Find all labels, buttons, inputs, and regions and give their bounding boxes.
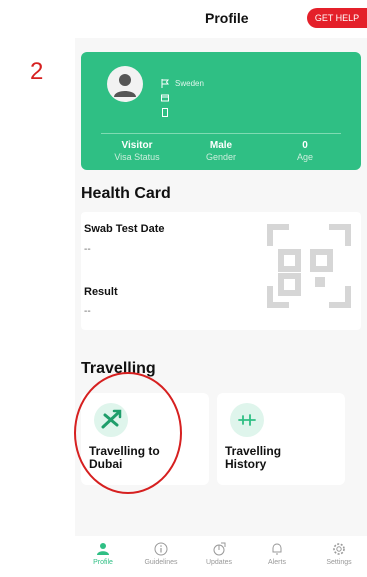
- travelling-heading: Travelling: [81, 360, 156, 377]
- nationality-text: Sweden: [175, 79, 204, 88]
- visa-status-stat: Visitor Visa Status: [97, 140, 177, 162]
- gender-stat: Male Gender: [181, 140, 261, 162]
- health-card[interactable]: Swab Test Date -- Result --: [81, 212, 361, 330]
- nav-item-settings[interactable]: Settings: [311, 542, 367, 566]
- airplane-icon-container: [94, 403, 128, 437]
- nav-item-guidelines[interactable]: Guidelines: [133, 542, 189, 566]
- flag-icon: [161, 79, 169, 88]
- travelling-to-label-line1: Travelling to: [89, 444, 160, 458]
- nationality-row: Sweden: [161, 79, 204, 88]
- result-label: Result: [84, 286, 118, 298]
- nav-label-profile: Profile: [93, 559, 113, 566]
- header-bar: Profile GET HELP: [75, 0, 367, 38]
- get-help-button[interactable]: GET HELP: [307, 8, 367, 28]
- travelling-to-dubai-card[interactable]: Travelling to Dubai: [81, 393, 209, 485]
- page-title: Profile: [205, 10, 249, 26]
- info-icon: [154, 542, 168, 556]
- travelling-history-label-line1: Travelling: [225, 444, 282, 458]
- person-icon: [97, 543, 109, 555]
- qr-code-placeholder-icon: [267, 224, 351, 308]
- visa-status-value: Visitor: [121, 140, 153, 151]
- updates-icon: [213, 542, 226, 556]
- id-card-icon: [161, 94, 169, 102]
- swab-test-date-label: Swab Test Date: [84, 223, 165, 235]
- profile-card: Sweden Visitor Visa Status Male Gender 0…: [81, 52, 361, 170]
- travelling-to-dubai-label: Travelling to Dubai: [89, 445, 160, 471]
- gear-icon: [333, 543, 345, 555]
- gender-label: Gender: [205, 152, 237, 162]
- avatar[interactable]: [107, 66, 143, 102]
- result-value: --: [84, 306, 91, 317]
- health-card-heading: Health Card: [81, 185, 171, 202]
- nav-label-updates: Updates: [205, 559, 233, 566]
- visa-status-label: Visa Status: [114, 152, 160, 162]
- age-stat: 0 Age: [265, 140, 345, 162]
- plane-history-icon-container: [230, 403, 264, 437]
- step-number-annotation: 2: [30, 58, 44, 85]
- travelling-history-card[interactable]: Travelling History: [217, 393, 345, 485]
- card-divider: [101, 133, 341, 134]
- plane-history-icon: [238, 414, 256, 426]
- person-silhouette-icon: [114, 74, 136, 97]
- airplane-icon: [101, 409, 122, 429]
- nav-label-settings: Settings: [326, 559, 352, 566]
- nav-label-guidelines: Guidelines: [144, 559, 178, 566]
- nav-label-alerts: Alerts: [268, 559, 286, 566]
- gender-value: Male: [209, 140, 233, 151]
- phone-icon: [162, 108, 168, 117]
- travelling-history-label-line2: History: [225, 457, 267, 471]
- bottom-navigation: Profile Guidelines Updates Alerts Settin…: [75, 536, 367, 577]
- bell-icon: [272, 543, 282, 555]
- travelling-to-label-line2: Dubai: [89, 457, 123, 471]
- age-label: Age: [296, 152, 313, 162]
- id-card-row: [161, 94, 175, 102]
- phone-screen: Profile GET HELP Sweden Visitor Visa Sta…: [75, 0, 367, 577]
- phone-row: [161, 108, 175, 117]
- swab-test-date-value: --: [84, 244, 91, 255]
- nav-item-profile[interactable]: Profile: [75, 542, 131, 566]
- travelling-history-label: Travelling History: [225, 445, 281, 471]
- age-value: 0: [302, 140, 308, 151]
- nav-item-updates[interactable]: Updates: [191, 542, 247, 566]
- nav-item-alerts[interactable]: Alerts: [249, 542, 305, 566]
